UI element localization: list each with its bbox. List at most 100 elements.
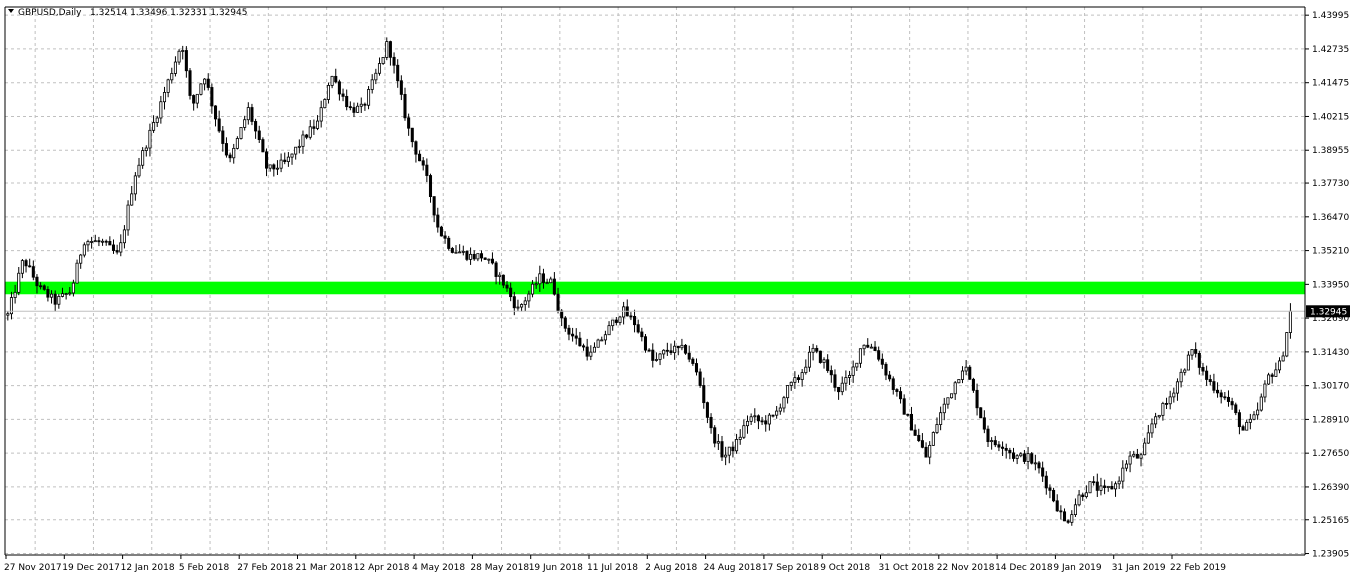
x-tick-label-12: 24 Aug 2018: [704, 563, 762, 573]
candle-body: [523, 300, 527, 305]
candle-body: [993, 440, 997, 446]
y-tick-label-10: 1.31430: [1312, 348, 1349, 358]
candle-body: [1128, 455, 1132, 465]
candle-body: [778, 407, 782, 412]
candle-body: [490, 258, 494, 264]
candle-body: [516, 306, 520, 309]
x-tick-label-11: 2 Aug 2018: [645, 563, 697, 573]
candle-body: [899, 391, 903, 400]
candle-body: [1274, 369, 1278, 377]
candle-body: [228, 154, 232, 159]
candle-body: [837, 386, 841, 393]
candle-body: [534, 283, 538, 286]
candle-body: [425, 164, 429, 176]
candle-body: [385, 41, 389, 58]
candle-body: [381, 57, 385, 64]
candle-body: [155, 117, 159, 123]
candle-body: [713, 427, 717, 444]
candle-body: [680, 344, 684, 349]
candle-body: [1230, 401, 1234, 406]
candle-body: [1113, 483, 1118, 490]
y-tick-label-4: 1.38955: [1312, 146, 1349, 156]
candle-body: [181, 50, 185, 52]
candle-body: [498, 274, 502, 277]
candle-body: [571, 333, 575, 337]
candle-body: [858, 348, 862, 364]
candle-126: [465, 250, 469, 262]
x-tick-label-0: 27 Nov 2017: [4, 563, 62, 573]
candle-87: [323, 98, 327, 109]
candle-body: [246, 107, 250, 121]
candle-body: [1099, 485, 1103, 491]
candle-body: [268, 164, 272, 169]
candle-body: [264, 151, 269, 169]
candle-body: [1216, 389, 1220, 394]
candle-body: [297, 145, 301, 148]
candle-body: [93, 240, 97, 243]
candle-body: [173, 61, 177, 74]
candle-body: [377, 63, 382, 74]
candle-body: [199, 83, 203, 95]
candle-body: [421, 160, 425, 166]
candle-body: [458, 251, 462, 254]
candle-body: [1270, 374, 1274, 377]
candle-body: [560, 310, 564, 319]
candle-body: [224, 143, 228, 156]
y-tick-label-16: 1.23905: [1312, 550, 1349, 560]
y-tick-label-14: 1.26390: [1312, 483, 1349, 493]
candle-body: [582, 345, 586, 348]
candle-body: [567, 327, 571, 335]
candle-body: [1135, 453, 1139, 459]
y-tick-label-3: 1.40215: [1312, 112, 1349, 122]
candle-body: [731, 446, 735, 452]
candle-186: [684, 344, 688, 355]
candle-body: [1117, 480, 1121, 485]
candle-body: [815, 347, 819, 352]
candle-body: [119, 242, 123, 253]
candle-body: [283, 159, 287, 162]
candle-body: [195, 93, 199, 104]
current-price-badge: 1.32945: [1306, 305, 1350, 318]
candle-body: [520, 304, 524, 308]
candle-body: [126, 204, 130, 231]
candle-body: [862, 344, 866, 350]
candle-body: [906, 413, 910, 416]
candle-body: [403, 94, 407, 119]
candle-body: [1186, 354, 1190, 371]
y-tick-label-7: 1.35210: [1312, 247, 1349, 257]
candle-body: [57, 296, 61, 305]
candle-body: [213, 105, 218, 120]
candle-body: [177, 50, 181, 63]
candle-121: [447, 235, 451, 251]
candle-346: [1267, 372, 1271, 385]
candle-body: [917, 434, 921, 442]
candle-body: [749, 416, 753, 422]
candle-body: [1165, 403, 1169, 405]
price-badge-label: 1.32945: [1310, 307, 1347, 317]
x-tick-label-6: 12 Apr 2018: [354, 563, 410, 573]
x-tick-label-1: 19 Dec 2017: [62, 563, 120, 573]
candle-body: [166, 79, 170, 93]
candle-body: [851, 366, 855, 376]
candle-body: [997, 444, 1001, 448]
candle-body: [367, 89, 371, 106]
candle-body: [1011, 452, 1016, 459]
candle-131: [483, 257, 487, 260]
candle-body: [1132, 453, 1136, 457]
candle-70: [261, 137, 265, 153]
candle-body: [410, 127, 414, 143]
candle-265: [971, 377, 975, 393]
candle-body: [1110, 485, 1114, 490]
candle-body: [1004, 447, 1008, 451]
candle-body: [1168, 396, 1172, 405]
candle-body: [1059, 510, 1063, 513]
candle-body: [261, 139, 265, 153]
y-tick-label-13: 1.27650: [1312, 449, 1349, 459]
candle-body: [990, 440, 994, 443]
candle-body: [141, 150, 145, 166]
candle-body: [527, 293, 531, 302]
candle-body: [705, 402, 709, 418]
candle-body: [374, 72, 378, 81]
candle-body: [235, 138, 239, 149]
candle-body: [133, 175, 137, 195]
